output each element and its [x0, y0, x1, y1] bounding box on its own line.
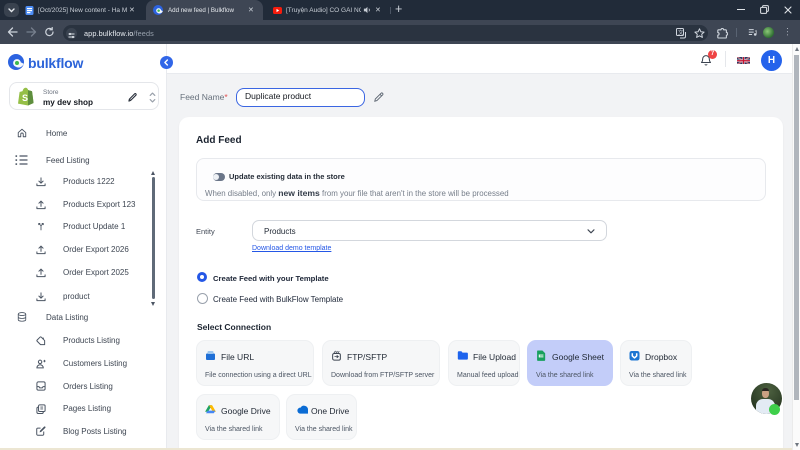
svg-text:S: S: [22, 93, 28, 103]
svg-text:文: 文: [678, 28, 684, 36]
